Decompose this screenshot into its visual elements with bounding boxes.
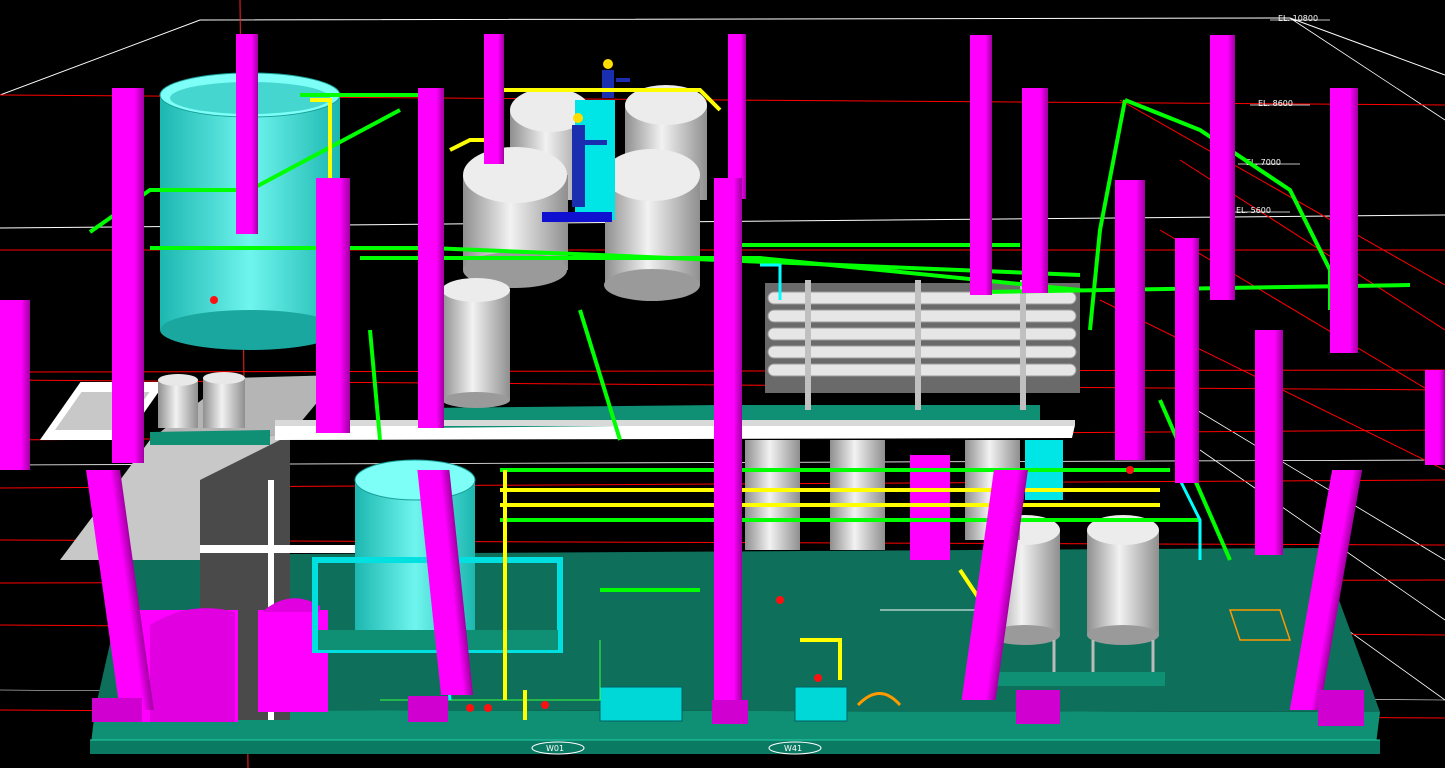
column[interactable] [970, 35, 992, 295]
elevation-label-8600: EL. 8600 [1258, 99, 1293, 108]
red-valve-icon[interactable] [814, 674, 822, 682]
column[interactable] [714, 178, 742, 723]
heat-exchanger-bank[interactable] [765, 280, 1080, 410]
elevation-label-10800: EL. 10800 [1278, 14, 1318, 23]
column[interactable] [418, 88, 444, 428]
column[interactable] [316, 178, 350, 433]
elevation-marker-icon: EL. 10800 [1270, 14, 1330, 23]
plant-3d-viewport[interactable]: EL. 10800 EL. 8600 EL. 7000 EL. 5600 W01… [0, 0, 1445, 768]
red-valve-icon[interactable] [1126, 466, 1134, 474]
column[interactable] [1022, 88, 1048, 293]
red-valve-icon[interactable] [484, 704, 492, 712]
column[interactable] [728, 34, 746, 199]
elevation-marker-icon: EL. 8600 [1250, 99, 1310, 108]
column[interactable] [0, 300, 30, 470]
red-valve-icon[interactable] [210, 296, 218, 304]
tag-w41: W41 [784, 744, 802, 753]
red-valve-icon[interactable] [541, 701, 549, 709]
column[interactable] [1425, 370, 1445, 465]
worker-figure-icon [602, 59, 630, 98]
elevation-label-5600: EL. 5600 [1236, 206, 1271, 215]
red-valve-icon[interactable] [776, 596, 784, 604]
column[interactable] [484, 34, 504, 164]
elevation-marker-icon: EL. 5600 [1228, 206, 1290, 215]
red-valve-icon[interactable] [466, 704, 474, 712]
column[interactable] [236, 34, 258, 234]
center-vessel[interactable] [442, 278, 510, 408]
vessel-front-right[interactable] [604, 149, 700, 301]
column[interactable] [112, 88, 144, 463]
column[interactable] [1115, 180, 1145, 460]
tag-w01: W01 [546, 744, 564, 753]
column[interactable] [1210, 35, 1235, 300]
column[interactable] [1330, 88, 1358, 353]
column[interactable] [1255, 330, 1283, 555]
column[interactable] [1175, 238, 1199, 483]
